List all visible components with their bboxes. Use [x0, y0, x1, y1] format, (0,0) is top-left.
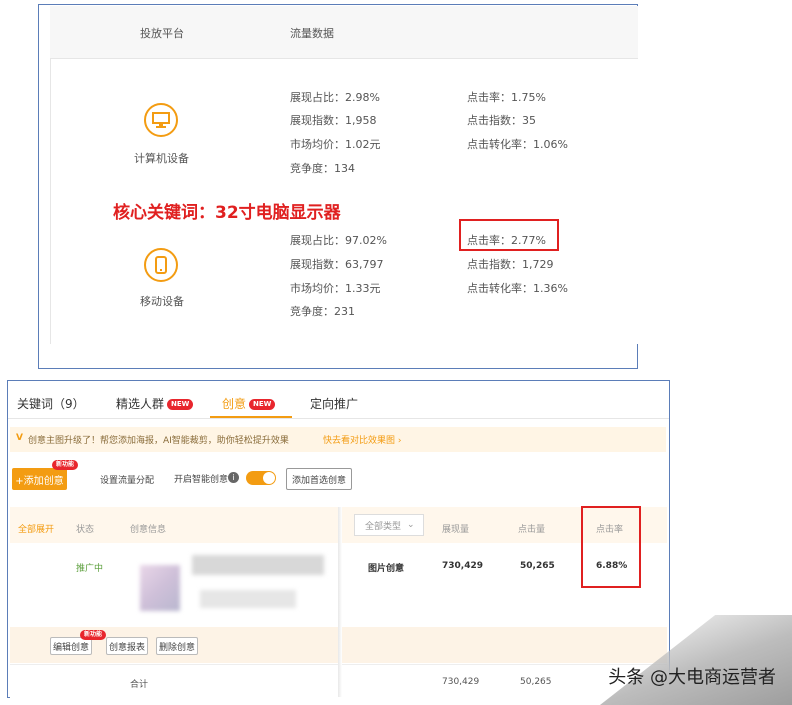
- new-feature-tag: 新功能: [80, 630, 107, 640]
- smart-creative-label: 开启智能创意: [174, 475, 229, 485]
- chevron-down-icon: ⌄: [407, 520, 415, 530]
- tab-keywords[interactable]: 关键词（9）: [17, 395, 85, 412]
- new-badge: NEW: [249, 399, 276, 410]
- metric-mobile-click-index: 点击指数：1,729: [467, 258, 554, 271]
- metric-mobile-avg-price: 市场均价：1.33元: [290, 282, 381, 295]
- tab-creative[interactable]: 创意 NEW: [222, 395, 276, 412]
- metric-mobile-click-conversion: 点击转化率：1.36%: [467, 282, 568, 295]
- delete-creative-button[interactable]: 删除创意: [156, 637, 198, 655]
- metric-computer-show-share: 展现占比：2.98%: [290, 91, 380, 104]
- tab-selected-crowd-label: 精选人群: [116, 397, 165, 411]
- row-impressions: 730,429: [442, 561, 483, 571]
- col-impressions: 展现量: [442, 525, 470, 535]
- set-flow-allocation-button[interactable]: 设置流量分配: [96, 468, 158, 490]
- traffic-table-header: [50, 6, 638, 59]
- tab-creative-label: 创意: [222, 397, 247, 411]
- computer-icon: [144, 103, 178, 137]
- metric-computer-show-index: 展现指数：1,958: [290, 114, 377, 127]
- col-status: 状态: [76, 525, 95, 535]
- notice-link[interactable]: 快去看对比效果图 ›: [323, 433, 401, 446]
- notice-text: 创意主图升级了！帮您添加海报，AI智能裁剪，助你轻松提升效果: [28, 436, 289, 446]
- header-platform: 投放平台: [140, 27, 184, 40]
- type-filter-value: 全部类型: [365, 521, 402, 532]
- metric-mobile-competition: 竞争度：231: [290, 305, 355, 318]
- watermark: 头条 @大电商运营者: [608, 667, 776, 688]
- metric-mobile-show-index: 展现指数：63,797: [290, 258, 384, 271]
- metric-computer-click-index: 点击指数：35: [467, 114, 536, 127]
- tabs-divider: [8, 418, 669, 419]
- creative-report-button[interactable]: 创意报表: [106, 637, 148, 655]
- new-feature-tag: 新功能: [52, 460, 79, 470]
- total-impressions: 730,429: [442, 677, 480, 687]
- keyword-title: 核心关键词：32寸电脑显示器: [113, 203, 341, 223]
- tab-selected-crowd[interactable]: 精选人群 NEW: [116, 395, 194, 412]
- metric-computer-competition: 竞争度：134: [290, 162, 355, 175]
- metric-computer-avg-price: 市场均价：1.02元: [290, 138, 381, 151]
- add-preferred-creative-button[interactable]: 添加首选创意: [286, 468, 352, 490]
- row-status: 推广中: [76, 564, 104, 574]
- device-label-mobile: 移动设备: [140, 295, 184, 308]
- row-clicks: 50,265: [520, 561, 555, 571]
- creative-title-blurred: [192, 555, 324, 575]
- expand-all-toggle[interactable]: 全部展开: [18, 522, 54, 535]
- info-icon[interactable]: i: [228, 472, 239, 483]
- toggle-knob: [263, 472, 275, 484]
- col-clicks: 点击量: [518, 525, 546, 535]
- total-clicks: 50,265: [520, 677, 552, 687]
- col-creative-info: 创意信息: [130, 525, 167, 535]
- type-filter-select[interactable]: 全部类型 ⌄: [354, 514, 424, 536]
- creative-subtitle-blurred: [200, 590, 296, 608]
- metric-mobile-show-share: 展现占比：97.02%: [290, 234, 387, 247]
- ctr-highlight-box: [581, 506, 641, 588]
- v-icon: V: [16, 433, 23, 443]
- device-label-computer: 计算机设备: [134, 152, 189, 165]
- add-creative-button[interactable]: +添加创意: [12, 468, 67, 490]
- mobile-ctr-highlight-box: [459, 219, 559, 251]
- row-type: 图片创意: [368, 564, 405, 574]
- total-label: 合计: [130, 680, 149, 690]
- tab-targeted-promotion[interactable]: 定向推广: [310, 395, 358, 412]
- header-traffic: 流量数据: [290, 27, 334, 40]
- metric-computer-click-conversion: 点击转化率：1.06%: [467, 138, 568, 151]
- creative-thumbnail: [140, 565, 180, 611]
- new-badge: NEW: [167, 399, 194, 410]
- metric-computer-ctr: 点击率：1.75%: [467, 91, 546, 104]
- column-divider-shadow: [338, 507, 342, 697]
- mobile-icon: [144, 248, 178, 282]
